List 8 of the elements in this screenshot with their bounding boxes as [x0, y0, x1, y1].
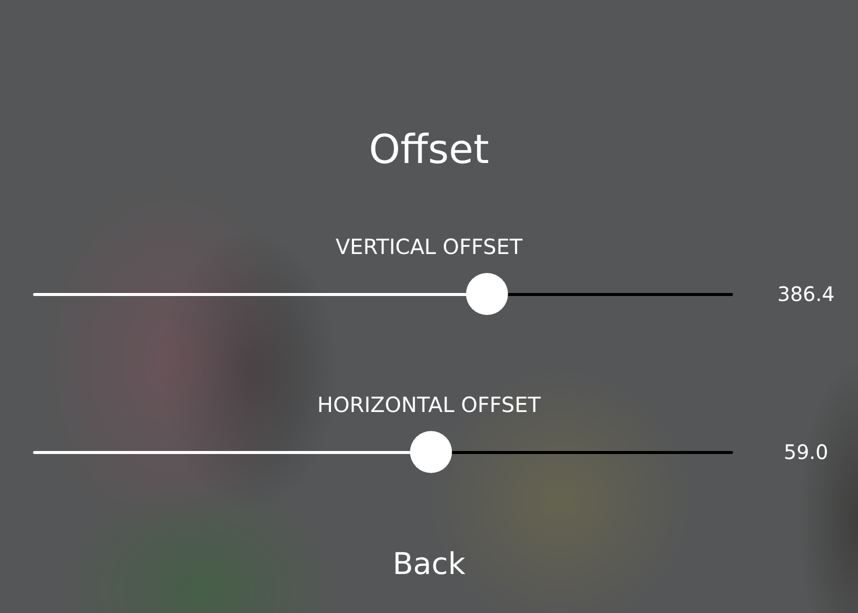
- slider-thumb[interactable]: [466, 273, 508, 315]
- slider-value: 386.4: [776, 282, 836, 306]
- slider-value: 59.0: [782, 440, 830, 464]
- slider-label: VERTICAL OFFSET: [336, 234, 522, 260]
- slider-thumb[interactable]: [410, 431, 452, 473]
- back-button[interactable]: Back: [392, 548, 466, 582]
- slider-label: HORIZONTAL OFFSET: [317, 392, 541, 418]
- screen-title: Offset: [368, 127, 490, 173]
